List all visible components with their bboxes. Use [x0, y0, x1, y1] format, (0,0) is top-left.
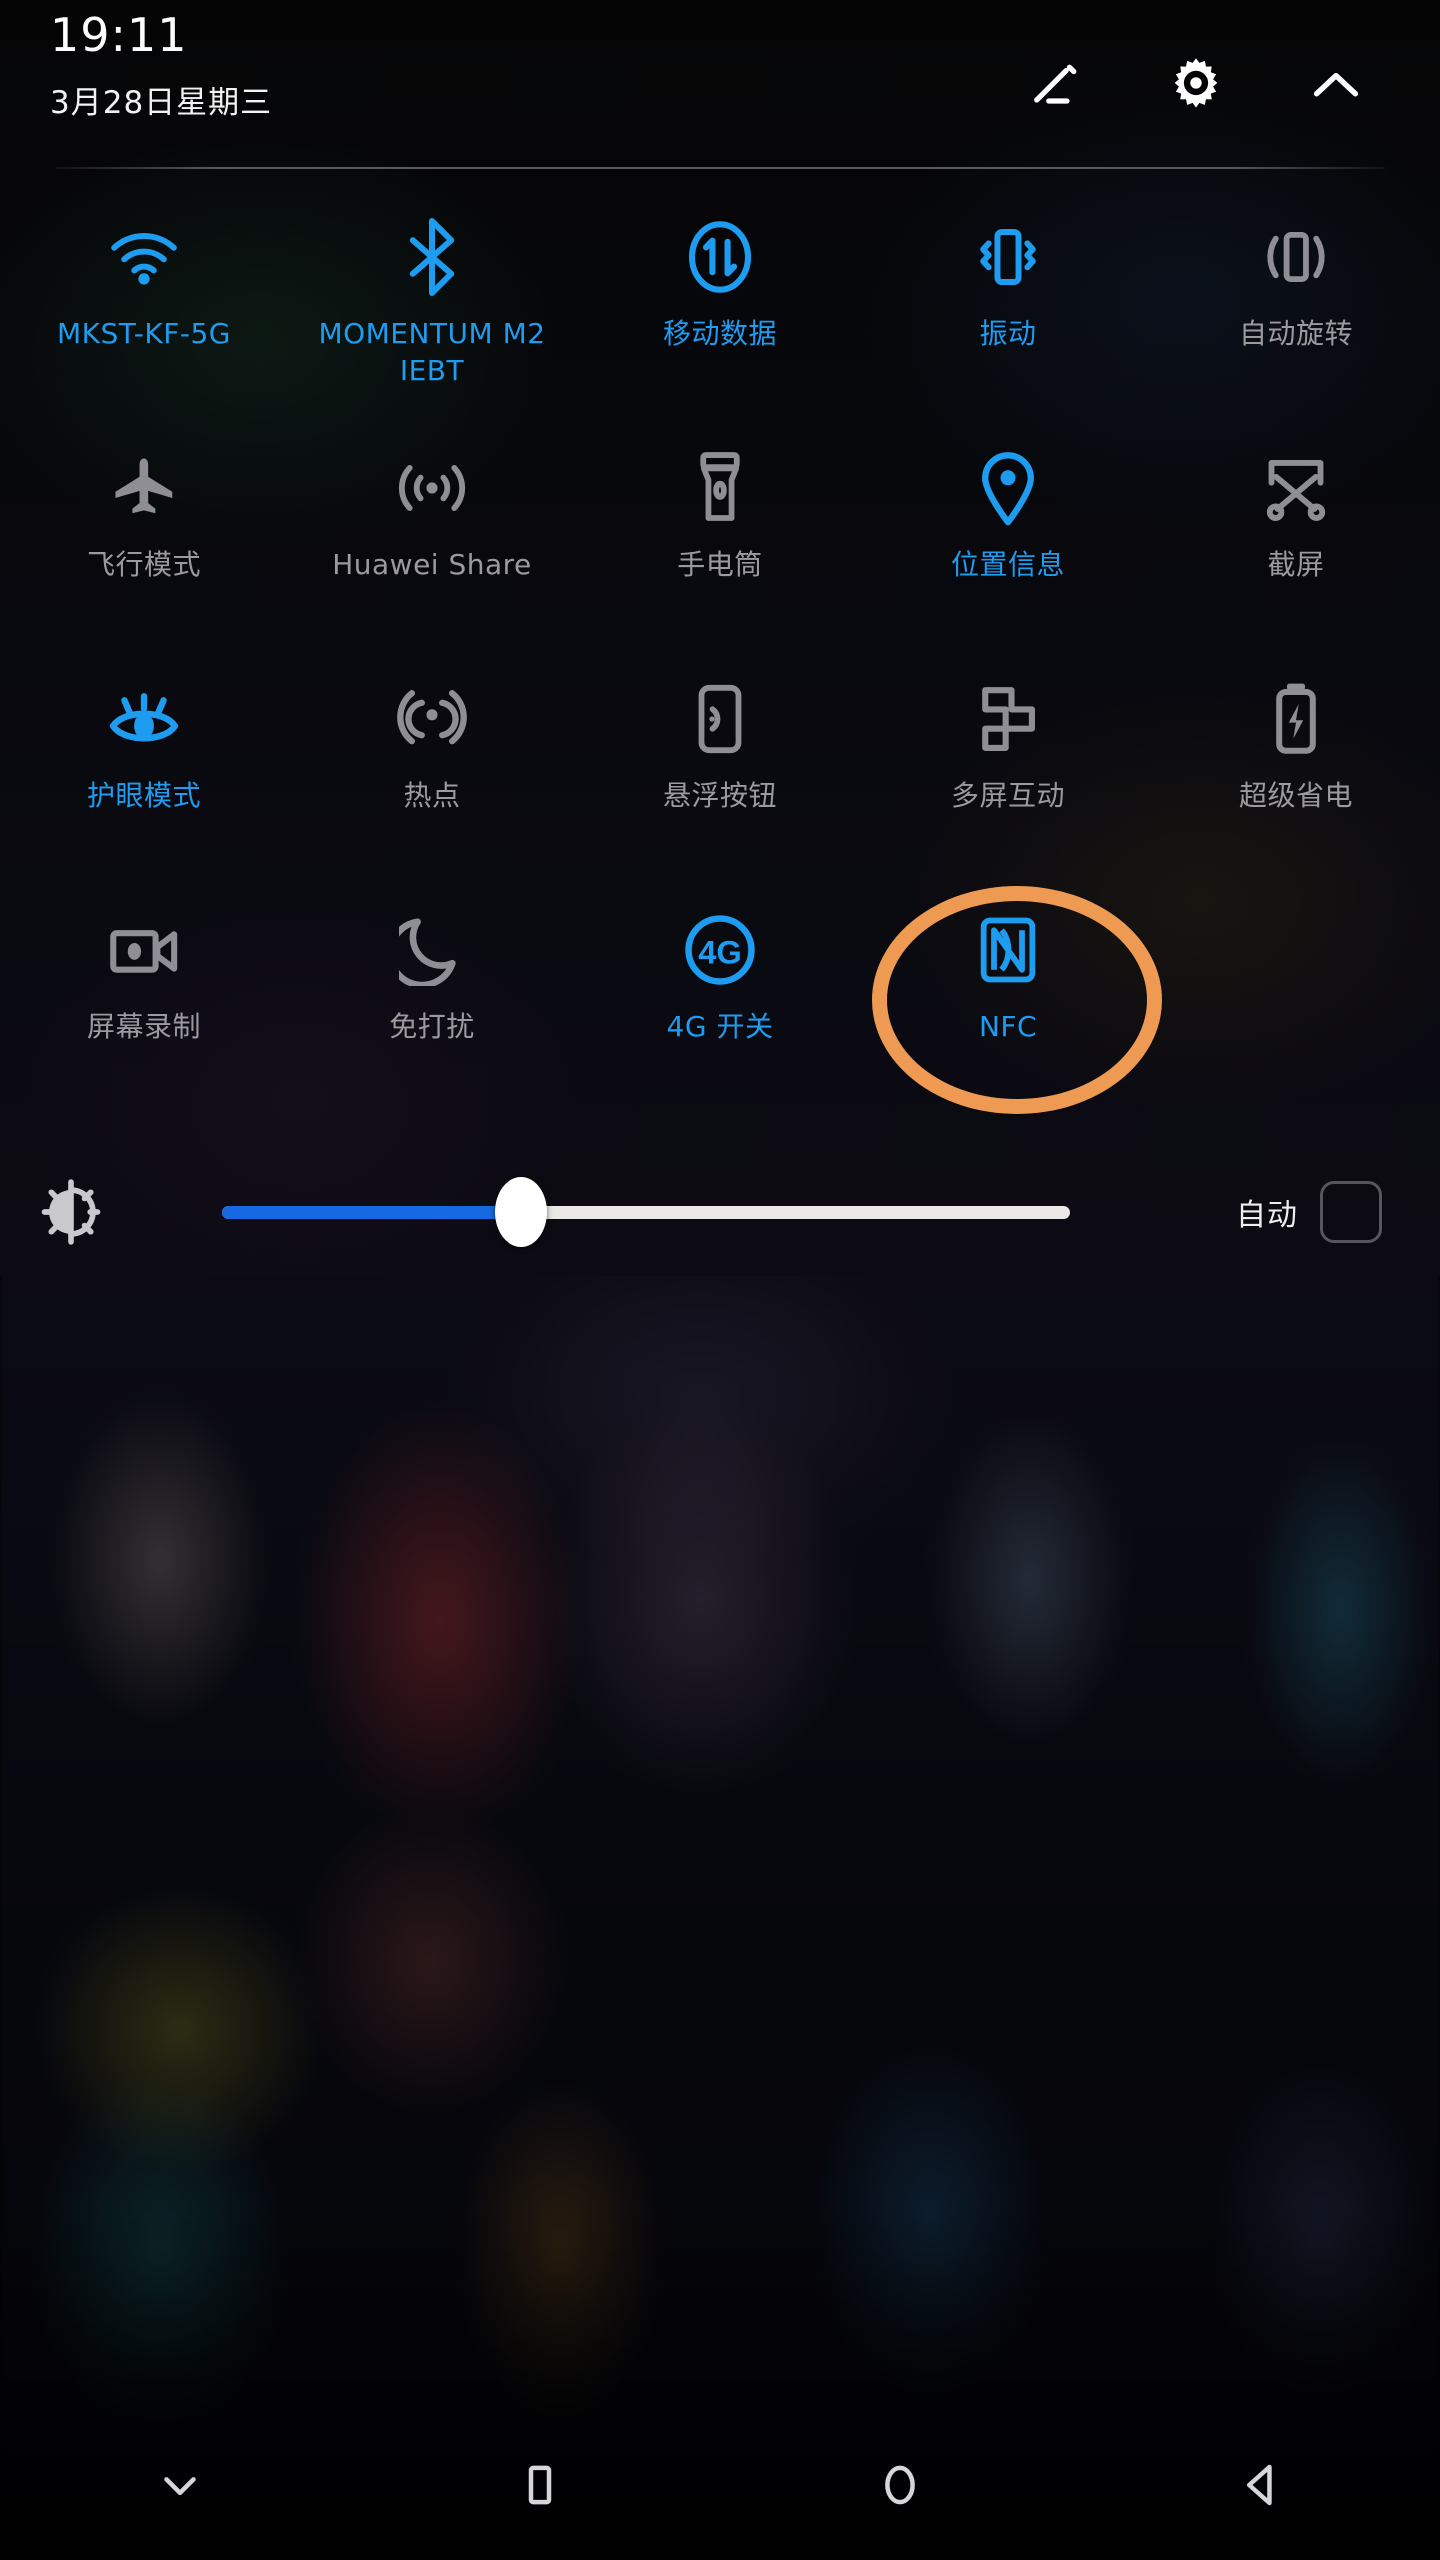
pencil-edit-icon[interactable]	[1012, 40, 1104, 132]
toggle-location[interactable]: 位置信息	[864, 421, 1152, 652]
slider-knob[interactable]	[495, 1177, 547, 1247]
toggle-screen-record[interactable]: 屏幕录制	[0, 883, 288, 1114]
brightness-row: 自动	[0, 1148, 1440, 1276]
toggle-airplane-mode[interactable]: 飞行模式	[0, 421, 288, 652]
empty-icon	[1152, 907, 1440, 993]
toggle-eye-comfort[interactable]: 护眼模式	[0, 652, 288, 883]
mobile-data-icon	[576, 214, 864, 300]
auto-brightness-label: 自动	[1236, 1198, 1298, 1233]
toggle-huawei-share[interactable]: Huawei Share	[288, 421, 576, 652]
hotspot-icon	[288, 676, 576, 762]
toggle-label: 多屏互动	[950, 779, 1065, 812]
circle-icon[interactable]	[720, 2410, 1080, 2560]
toggle-4g-switch[interactable]: 4G 4G 开关	[576, 883, 864, 1114]
toggle-auto-rotate[interactable]: 自动旋转	[1152, 190, 1440, 421]
header-divider	[55, 167, 1385, 169]
toggle-super-saver[interactable]: 超级省电	[1152, 652, 1440, 883]
brightness-icon	[0, 1178, 142, 1246]
toggle-mobile-data[interactable]: 移动数据	[576, 190, 864, 421]
toggle-label: Huawei Share	[332, 548, 532, 581]
toggle-flashlight[interactable]: 手电筒	[576, 421, 864, 652]
super-saver-icon	[1152, 676, 1440, 762]
location-pin-icon	[864, 445, 1152, 531]
toggle-label: 悬浮按钮	[662, 779, 777, 812]
multi-screen-icon	[864, 676, 1152, 762]
airplane-icon	[0, 445, 288, 531]
toggle-screenshot[interactable]: 截屏	[1152, 421, 1440, 652]
bluetooth-icon	[288, 214, 576, 300]
toggle-multi-screen[interactable]: 多屏互动	[864, 652, 1152, 883]
floating-button-icon	[576, 676, 864, 762]
auto-brightness-checkbox[interactable]	[1320, 1181, 1382, 1243]
flashlight-icon	[576, 445, 864, 531]
auto-rotate-icon	[1152, 214, 1440, 300]
toggle-label: 手电筒	[677, 548, 763, 581]
four-g-icon: 4G	[576, 907, 864, 993]
panel-header: 19:11 3月28日星期三	[0, 0, 1440, 169]
brightness-slider[interactable]	[142, 1177, 1218, 1247]
quick-settings-panel: 19:11 3月28日星期三 MKST-KF-5G MOMENTUM M2 IE…	[0, 0, 1440, 1276]
nfc-icon	[864, 907, 1152, 993]
toggle-label: 位置信息	[950, 548, 1065, 581]
toggle-do-not-disturb[interactable]: 免打扰	[288, 883, 576, 1114]
toggle-label: 屏幕录制	[86, 1010, 201, 1043]
eye-comfort-icon	[0, 676, 288, 762]
triangle-left-icon[interactable]	[1080, 2410, 1440, 2560]
square-icon[interactable]	[360, 2410, 720, 2560]
screen-record-icon	[0, 907, 288, 993]
slider-fill	[222, 1205, 522, 1219]
phone-screen: 19:11 3月28日星期三 MKST-KF-5G MOMENTUM M2 IE…	[0, 0, 1440, 2560]
huawei-share-icon	[288, 445, 576, 531]
wifi-icon	[0, 214, 288, 300]
do-not-disturb-icon	[288, 907, 576, 993]
toggle-hotspot[interactable]: 热点	[288, 652, 576, 883]
toggle-label: MOMENTUM M2 IEBT	[318, 317, 546, 387]
svg-text:4G: 4G	[698, 934, 742, 971]
vibrate-icon	[864, 214, 1152, 300]
status-clock: 19:11	[50, 8, 188, 62]
toggle-label: 热点	[403, 779, 461, 812]
chevron-up-icon[interactable]	[1290, 40, 1382, 132]
toggle-label: 免打扰	[389, 1010, 475, 1043]
chevron-down-icon[interactable]	[0, 2410, 360, 2560]
toggle-wifi[interactable]: MKST-KF-5G	[0, 190, 288, 421]
toggle-label: 护眼模式	[86, 779, 201, 812]
toggle-label: 截屏	[1267, 548, 1325, 581]
status-date: 3月28日星期三	[50, 85, 273, 121]
toggle-label: 移动数据	[662, 317, 777, 350]
toggle-label: 超级省电	[1238, 779, 1353, 812]
toggle-label: 飞行模式	[86, 548, 201, 581]
quick-toggle-grid: MKST-KF-5G MOMENTUM M2 IEBT 移动数据 振动 自动旋转…	[0, 190, 1440, 1114]
toggle-label: 自动旋转	[1238, 317, 1353, 350]
gear-icon[interactable]	[1150, 40, 1242, 132]
toggle-bluetooth[interactable]: MOMENTUM M2 IEBT	[288, 190, 576, 421]
navigation-bar	[0, 2410, 1440, 2560]
toggle-nfc[interactable]: NFC	[864, 883, 1152, 1114]
toggle-label: MKST-KF-5G	[56, 317, 231, 350]
toggle-label: 4G 开关	[666, 1010, 774, 1043]
toggle-label: 振动	[979, 317, 1037, 350]
toggle-label: NFC	[978, 1010, 1038, 1043]
screenshot-icon	[1152, 445, 1440, 531]
toggle-vibrate[interactable]: 振动	[864, 190, 1152, 421]
toggle-floating-button[interactable]: 悬浮按钮	[576, 652, 864, 883]
toggle-empty-slot	[1152, 883, 1440, 1114]
